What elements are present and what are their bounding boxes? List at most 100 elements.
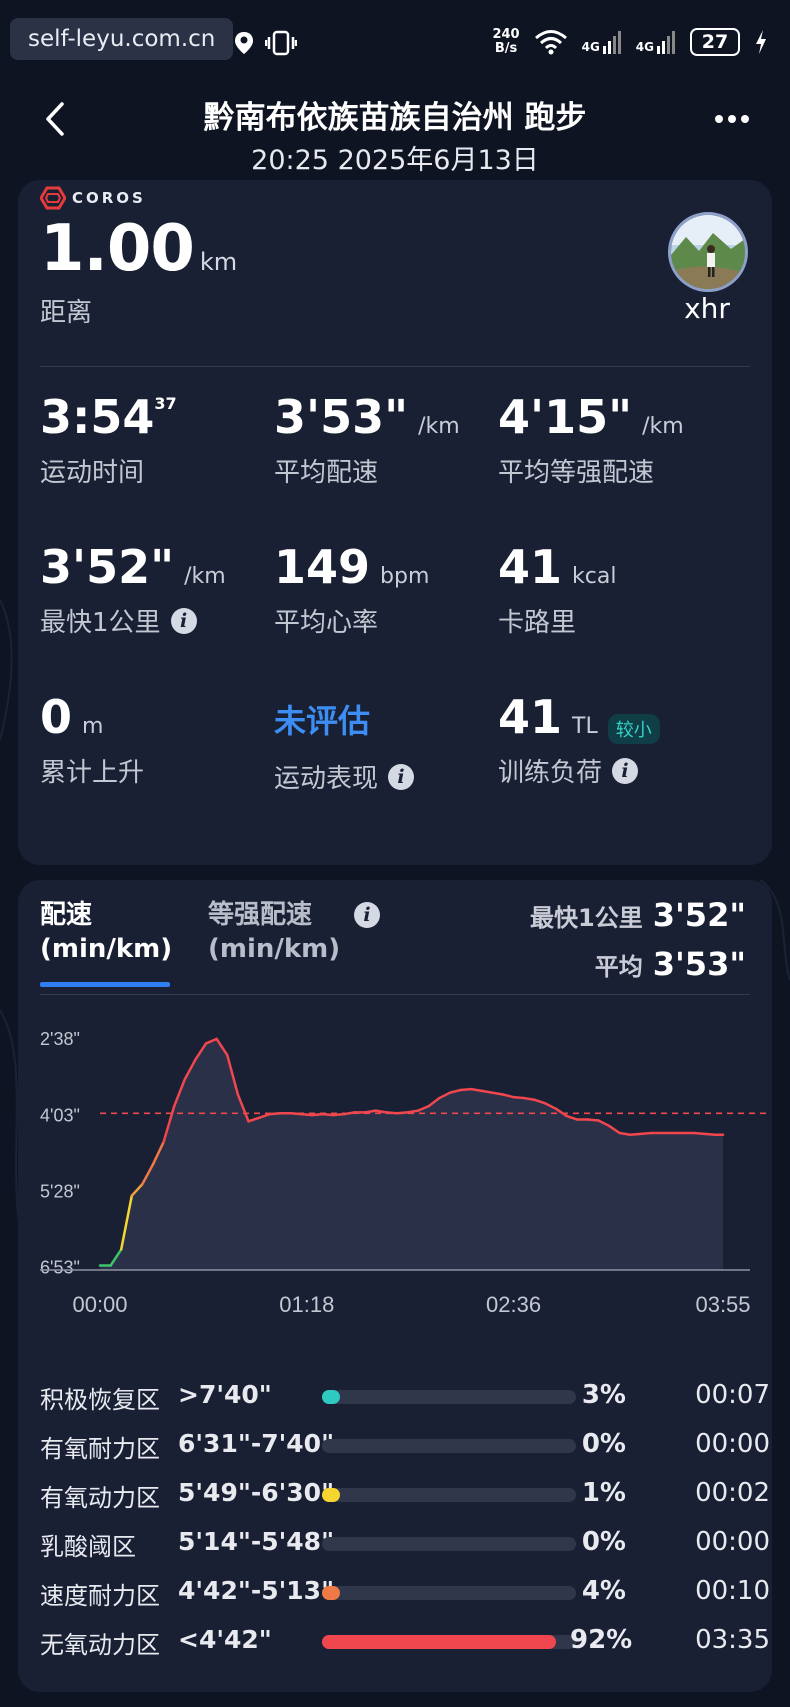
zone-bar [322, 1390, 576, 1404]
stat-superscript: 37 [154, 394, 177, 413]
stat-duration: 3:5437 运动时间 [40, 390, 177, 489]
zone-name: 乳酸阈区 [40, 1533, 136, 1561]
performance-value[interactable]: 未评估 [274, 702, 370, 740]
zone-row: 有氧耐力区 6'31"-7'40" 0% 00:00 [40, 1429, 770, 1478]
pace-line-segment [480, 1089, 494, 1094]
pace-line-segment [618, 1131, 632, 1137]
zone-range: 5'14"-5'48" [178, 1527, 335, 1556]
stat-avg-pace: 3'53" /km 平均配速 [274, 390, 460, 489]
signal-1-label: 4G [581, 40, 600, 54]
pace-zones: 积极恢复区 >7'40" 3% 00:07 有氧耐力区 6'31"-7'40" … [40, 1380, 770, 1674]
signal-2: 4G [636, 30, 676, 54]
info-icon[interactable]: i [388, 763, 415, 790]
network-speed: 240 B/s [492, 28, 519, 56]
divider [40, 994, 750, 995]
stat-value: 3:54 [40, 390, 155, 444]
stat-label: 平均配速 [274, 458, 379, 488]
header: 黔南布依族苗族自治州 跑步 20:25 2025年6月13日 [0, 88, 790, 178]
tab-unit: (min/km) [40, 934, 173, 964]
average-row: 平均 3'53" [530, 941, 746, 990]
pace-line-segment [321, 1112, 335, 1117]
avatar[interactable] [668, 212, 748, 292]
pace-line-segment [639, 1131, 653, 1136]
zone-bar-fill [322, 1390, 340, 1404]
pace-line-segment [310, 1112, 324, 1117]
zone-percent: 92% [570, 1625, 633, 1655]
info-icon[interactable]: i [170, 607, 197, 634]
page-title: 黔南布依族苗族自治州 跑步 [203, 100, 587, 136]
coros-logo-icon [40, 186, 66, 210]
info-icon[interactable]: i [354, 902, 380, 928]
divider [40, 366, 750, 367]
zone-range: >7'40" [178, 1380, 272, 1409]
signal-2-label: 4G [635, 40, 654, 54]
stat-label: 累计上升 [40, 758, 145, 788]
stat-unit: TL [572, 714, 598, 739]
zone-bar [322, 1439, 576, 1453]
stat-unit: m [82, 714, 104, 739]
training-load-badge: 较小 [607, 713, 660, 744]
pace-area [100, 1039, 723, 1270]
stat-unit: /km [184, 564, 226, 589]
pace-line-segment [692, 1131, 706, 1136]
tab-label: 等强配速 [208, 900, 313, 930]
stat-unit: /km [418, 414, 460, 439]
distance-unit: km [199, 248, 238, 276]
tab-pace[interactable]: 配速 (min/km) [40, 898, 172, 966]
stat-calories: 41 kcal 卡路里 [498, 540, 616, 639]
y-tick-label: 4'03" [40, 1105, 80, 1125]
username: xhr [684, 292, 730, 325]
activity-datetime: 20:25 2025年6月13日 [251, 145, 539, 176]
stat-avg-heart-rate: 149 bpm 平均心率 [274, 540, 429, 639]
average-label: 平均 [594, 953, 643, 981]
distance-value: 1.00 km [40, 212, 237, 286]
zone-percent: 4% [581, 1576, 626, 1606]
distance-label: 距离 [40, 298, 93, 328]
tab-label: 配速 [40, 900, 93, 930]
zone-percent: 0% [581, 1527, 626, 1557]
pace-line-segment [703, 1132, 717, 1137]
more-options-button[interactable] [714, 114, 750, 124]
tab-adjusted-pace[interactable]: 等强配速 (min/km) [208, 898, 340, 966]
battery-indicator: 27 [690, 28, 740, 56]
stat-unit: /km [642, 414, 684, 439]
zone-row: 乳酸阈区 5'14"-5'48" 0% 00:00 [40, 1527, 770, 1576]
zone-bar-fill [322, 1488, 340, 1502]
network-speed-value: 240 [492, 27, 520, 42]
pace-line-segment [628, 1132, 643, 1137]
active-tab-indicator [40, 982, 170, 987]
status-icons-right: 240 B/s 4G 4G 27 [492, 28, 768, 56]
stat-elevation-gain: 0m 累计上升 [40, 690, 144, 789]
zone-bar [322, 1537, 576, 1551]
stat-avg-adjusted-pace: 4'15" /km 平均等强配速 [498, 390, 684, 489]
signal-1: 4G [582, 30, 622, 54]
fastest-km-label: 最快1公里 [530, 904, 643, 932]
stat-training-load: 41 TL 较小 训练负荷 i [498, 690, 660, 789]
pace-line-segment [300, 1112, 314, 1117]
info-icon[interactable]: i [612, 757, 639, 784]
network-speed-unit: B/s [494, 41, 518, 56]
pace-summary: 最快1公里 3'52" 平均 3'53" [530, 892, 746, 990]
pace-chart[interactable]: 2'38" 4'03" 5'28" 6'53" 00:00 01:18 02:36 03:55 [18, 1010, 772, 1340]
x-tick-label: 02:36 [486, 1292, 541, 1317]
zone-range: 4'42"-5'13" [178, 1576, 335, 1605]
zone-name: 有氧动力区 [40, 1484, 160, 1512]
distance-number: 1.00 [40, 212, 195, 286]
location-icon [235, 32, 253, 54]
zone-range: 5'49"-6'30" [178, 1478, 335, 1507]
pace-line-segment [491, 1091, 505, 1096]
y-tick-label: 6'53" [40, 1258, 80, 1278]
signal-bars-icon [657, 31, 675, 54]
tab-unit: (min/km) [208, 934, 341, 964]
stat-label: 最快1公里 [40, 608, 161, 638]
zone-percent: 3% [581, 1380, 626, 1410]
zone-bar [322, 1586, 576, 1600]
fastest-km-value: 3'52" [652, 896, 746, 934]
zone-row: 有氧动力区 5'49"-6'30" 1% 00:02 [40, 1478, 770, 1527]
avatar-photo [671, 215, 745, 289]
zone-time: 00:00 [695, 1527, 770, 1557]
signal-bars-icon [602, 31, 621, 54]
pace-line-segment [374, 1109, 388, 1114]
status-bar: self-leyu.com.cn 240 B/s 4G 4G 27 [0, 0, 790, 90]
average-value: 3'53" [652, 945, 746, 983]
